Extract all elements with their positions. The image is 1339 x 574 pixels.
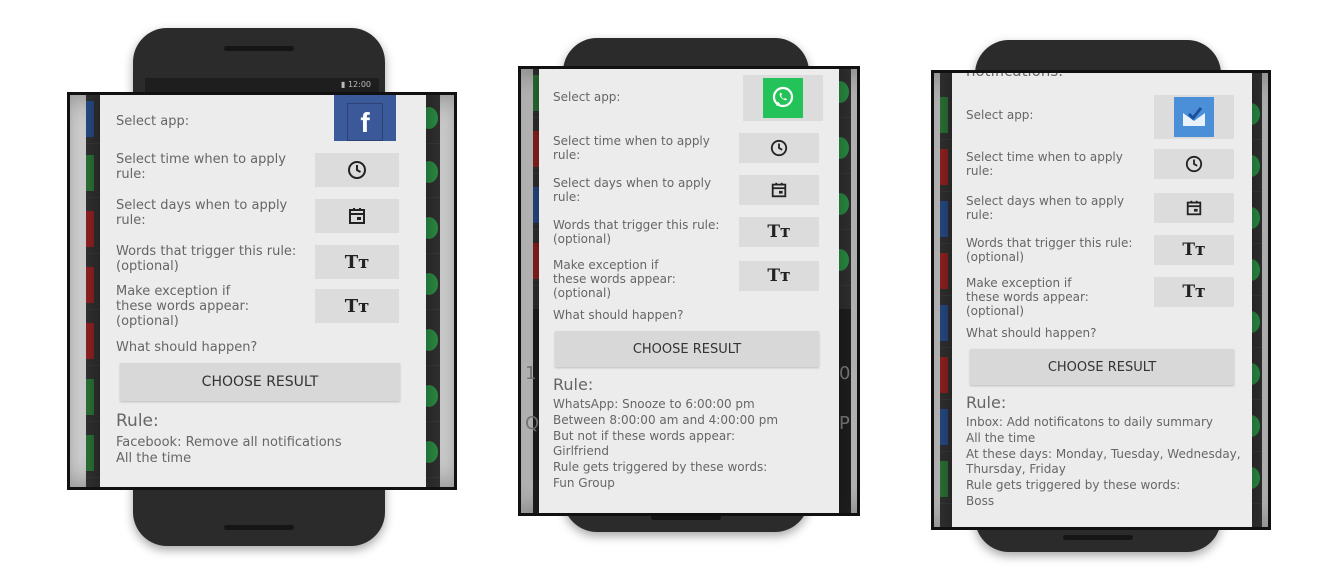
clock-icon xyxy=(1185,155,1203,173)
days-picker-button[interactable] xyxy=(739,175,819,205)
background-key-left: 1 xyxy=(525,363,537,384)
choose-result-button[interactable]: CHOOSE RESULT xyxy=(970,349,1234,385)
trigger-words-label: Words that trigger this rule: (optional) xyxy=(966,236,1133,264)
dialog-top-text: notifications: xyxy=(966,70,1064,80)
what-should-happen-label: What should happen? xyxy=(116,340,258,355)
trigger-words-button[interactable]: Tт xyxy=(315,245,399,279)
rule-summary: WhatsApp: Snooze to 6:00:00 pm Between 8… xyxy=(553,397,779,491)
inbox-glyph xyxy=(1183,107,1205,126)
time-picker-button[interactable] xyxy=(1154,149,1234,179)
whatsapp-icon[interactable] xyxy=(743,75,823,121)
background-key-left-2: Q xyxy=(525,413,540,434)
time-picker-button[interactable] xyxy=(739,133,819,163)
screen-3: notifications: Select app: Select time w… xyxy=(931,70,1271,530)
trigger-words-button[interactable]: Tт xyxy=(739,217,819,247)
rule-dialog: Select app: f Select time when to apply … xyxy=(100,95,426,487)
rule-summary: Facebook: Remove all notifications All t… xyxy=(116,435,342,466)
time-label: Select time when to apply rule: xyxy=(116,152,286,182)
days-label: Select days when to apply rule: xyxy=(553,176,712,204)
days-picker-button[interactable] xyxy=(1154,193,1234,223)
trigger-words-label: Words that trigger this rule: (optional) xyxy=(116,244,297,274)
exception-words-button[interactable]: Tт xyxy=(1154,277,1234,307)
text-format-icon: Tт xyxy=(767,266,791,286)
facebook-icon[interactable]: f xyxy=(334,95,396,141)
rule-dialog: Select app: Select time when to apply ru… xyxy=(539,69,839,513)
phone-1-bottom-speaker xyxy=(224,525,294,530)
days-picker-button[interactable] xyxy=(315,199,399,233)
what-should-happen-label: What should happen? xyxy=(966,326,1097,340)
calendar-icon xyxy=(1186,200,1202,216)
whatsapp-glyph xyxy=(772,86,794,108)
text-format-icon: Tт xyxy=(344,295,370,317)
background-key-right-2: P xyxy=(839,413,850,434)
background-key-right: 0 xyxy=(839,363,851,384)
time-label: Select time when to apply rule: xyxy=(966,150,1123,178)
clock-icon xyxy=(348,161,366,179)
rule-heading: Rule: xyxy=(553,375,594,394)
exception-words-button[interactable]: Tт xyxy=(739,261,819,291)
facebook-logo: f xyxy=(347,103,383,141)
phone-1-speaker xyxy=(224,46,294,51)
time-picker-button[interactable] xyxy=(315,153,399,187)
clock-icon xyxy=(770,139,788,157)
trigger-words-button[interactable]: Tт xyxy=(1154,235,1234,265)
text-format-icon: Tт xyxy=(344,251,370,273)
text-format-icon: Tт xyxy=(767,222,791,242)
rule-dialog: notifications: Select app: Select time w… xyxy=(952,70,1252,527)
select-app-label: Select app: xyxy=(116,114,190,129)
days-label: Select days when to apply rule: xyxy=(966,194,1125,222)
calendar-icon xyxy=(349,208,365,224)
days-label: Select days when to apply rule: xyxy=(116,198,288,228)
screen-2: 1 0 Q P Select app: Select time when to … xyxy=(518,66,860,516)
text-format-icon: Tт xyxy=(1182,240,1206,260)
choose-result-button[interactable]: CHOOSE RESULT xyxy=(555,331,819,367)
text-format-icon: Tт xyxy=(1182,282,1206,302)
exception-words-label: Make exception if these words appear: (o… xyxy=(966,276,1089,318)
exception-words-button[interactable]: Tт xyxy=(315,289,399,323)
phone-3-bottom-speaker xyxy=(1063,535,1133,540)
rule-heading: Rule: xyxy=(966,393,1007,412)
choose-result-button[interactable]: CHOOSE RESULT xyxy=(120,363,400,401)
select-app-label: Select app: xyxy=(553,90,621,104)
exception-words-label: Make exception if these words appear: (o… xyxy=(553,258,676,300)
time-label: Select time when to apply rule: xyxy=(553,134,710,162)
rule-summary: Inbox: Add notificatons to daily summary… xyxy=(966,415,1241,509)
inbox-logo xyxy=(1174,97,1214,137)
calendar-icon xyxy=(771,182,787,198)
select-app-label: Select app: xyxy=(966,108,1034,122)
inbox-icon[interactable] xyxy=(1154,95,1234,139)
screen-1: Select app: f Select time when to apply … xyxy=(67,92,457,490)
trigger-words-label: Words that trigger this rule: (optional) xyxy=(553,218,720,246)
rule-heading: Rule: xyxy=(116,411,159,431)
what-should-happen-label: What should happen? xyxy=(553,308,684,322)
whatsapp-logo xyxy=(763,78,803,118)
phone-1-status-bar: ▮ 12:00 xyxy=(145,78,379,92)
exception-words-label: Make exception if these words appear: (o… xyxy=(116,284,250,329)
